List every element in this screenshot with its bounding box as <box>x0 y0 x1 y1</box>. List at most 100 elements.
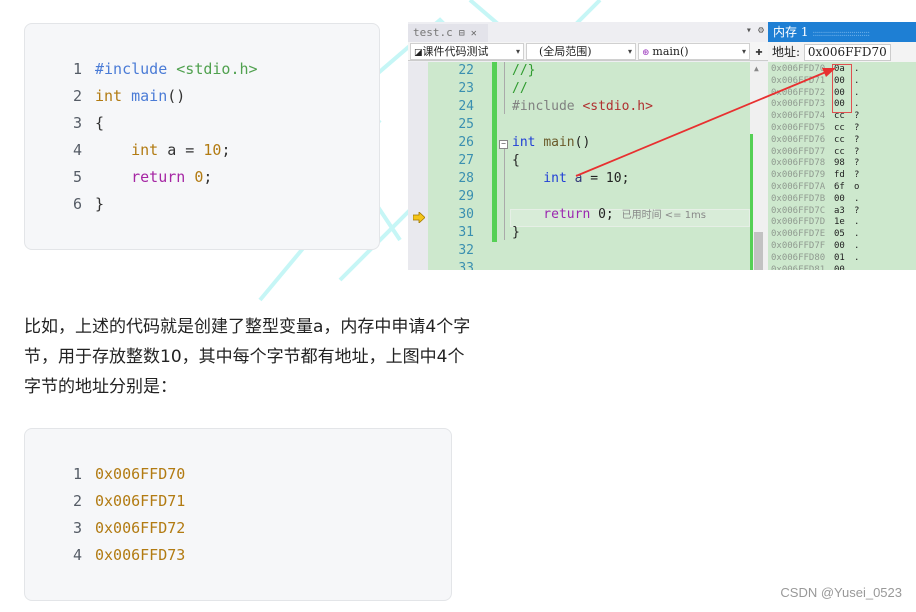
memory-char: . <box>854 217 860 228</box>
memory-window: 内存 1 :::::::::::::::::::::::::::: 地址: 0x… <box>768 22 916 270</box>
highlight-box <box>832 64 852 113</box>
current-execution-arrow-icon <box>413 212 425 223</box>
code-line: 1 #include <stdio.h> <box>73 56 258 83</box>
address-label: 地址: <box>772 45 801 59</box>
memory-byte[interactable]: 6f <box>834 182 854 194</box>
vertical-scrollbar[interactable]: ▲ <box>750 62 768 270</box>
line-number: 27 <box>458 153 474 168</box>
address-input[interactable]: 0x006FFD70 <box>803 44 891 61</box>
code-token: // <box>512 81 528 96</box>
line-number: 26 <box>458 135 474 150</box>
line-number: 33 <box>458 261 474 270</box>
tab-test-c[interactable]: test.c ⊟ ✕ <box>408 24 488 42</box>
csdn-watermark: CSDN @Yusei_0523 <box>780 585 902 600</box>
code-token: int <box>512 171 575 186</box>
memory-row: 0x006FFD80 01. <box>768 253 859 265</box>
scope-dropdown[interactable]: (全局范围) ▾ <box>526 43 636 60</box>
memory-char: ? <box>854 122 860 133</box>
code-line: 2 int main() <box>73 83 258 110</box>
memory-row: 0x006FFD76 cc? <box>768 135 859 147</box>
address-lines: 1 0x006FFD70 2 0x006FFD71 3 0x006FFD72 4 0x006F… <box>73 461 185 569</box>
memory-row: 0x006FFD7F 00. <box>768 241 859 253</box>
memory-byte[interactable]: 05 <box>834 229 854 241</box>
memory-row: 0x006FFD78 98? <box>768 158 859 170</box>
address-line: 2 0x006FFD71 <box>73 488 185 515</box>
line-number: 6 <box>73 195 83 213</box>
code-token: int <box>95 87 132 105</box>
editor-code-line: int main() <box>512 134 590 152</box>
memory-address: 0x006FFD79 <box>771 170 826 181</box>
memory-char: . <box>854 240 860 251</box>
memory-byte[interactable]: 1e <box>834 217 854 229</box>
memory-address: 0x006FFD75 <box>771 122 826 133</box>
scroll-thumb[interactable] <box>754 232 763 270</box>
chevron-down-icon: ▾ <box>741 47 746 56</box>
code-token: a = <box>167 141 204 159</box>
editor-code-line: int a = 10; <box>512 170 629 188</box>
line-number: 1 <box>73 60 83 78</box>
memory-address: 0x006FFD77 <box>771 146 826 157</box>
pin-icon[interactable]: ⊟ <box>459 28 465 39</box>
memory-byte[interactable]: 98 <box>834 158 854 170</box>
line-number: 29 <box>458 189 474 204</box>
memory-row: 0x006FFD7A 6f o <box>768 182 859 194</box>
memory-address: 0x006FFD7D <box>771 217 826 228</box>
scroll-change-marker <box>750 134 753 270</box>
memory-byte[interactable]: 00 <box>834 194 854 206</box>
code-token: ; <box>221 141 231 159</box>
memory-byte[interactable]: a3 <box>834 206 854 218</box>
memory-char: ? <box>854 158 860 169</box>
code-token: int <box>512 135 544 150</box>
split-editor-button[interactable]: ✚ <box>752 43 766 60</box>
editor-code-line: } <box>512 224 520 242</box>
breakpoint-gutter[interactable] <box>408 62 428 270</box>
code-token: return <box>95 168 195 186</box>
memory-char: . <box>854 264 860 270</box>
tab-options[interactable]: ▾ ⚙ <box>746 25 764 36</box>
memory-byte[interactable]: 01 <box>834 253 854 265</box>
memory-byte[interactable]: 00 <box>834 265 854 270</box>
code-line: 6} <box>73 191 258 218</box>
code-block-source: 1 #include <stdio.h> 2 int main() 3{4 int a … <box>24 23 380 250</box>
close-icon[interactable]: ✕ <box>471 28 477 39</box>
editor-code-line: // <box>512 80 528 98</box>
memory-byte[interactable]: fd <box>834 170 854 182</box>
collapse-icon[interactable]: − <box>499 140 508 149</box>
line-number: 3 <box>73 519 83 537</box>
code-editor[interactable]: 22 23 24 25 26 27 28 29 30 31 32 33 − //} // #include… <box>408 62 768 270</box>
memory-address: 0x006FFD7A <box>771 181 826 192</box>
editor-code-line: { <box>512 152 520 170</box>
gear-icon[interactable]: ⚙ <box>758 25 764 36</box>
line-number: 2 <box>73 492 83 510</box>
scroll-up-icon[interactable]: ▲ <box>754 64 759 73</box>
memory-byte[interactable]: 00 <box>834 241 854 253</box>
memory-char: o <box>854 181 860 192</box>
code-token: #include <box>95 60 177 78</box>
line-number: 4 <box>73 141 83 159</box>
line-number: 25 <box>458 117 474 132</box>
memory-char: . <box>854 229 860 240</box>
dropdown-icon[interactable]: ▾ <box>746 25 752 36</box>
memory-address: 0x006FFD76 <box>771 134 826 145</box>
project-dropdown[interactable]: ◪课件代码测试 ▾ <box>410 43 524 60</box>
tab-label: test.c <box>413 26 453 39</box>
code-token: <stdio.h> <box>582 99 653 114</box>
code-token: () <box>574 135 591 150</box>
fold-guide <box>504 148 505 240</box>
memory-char: ? <box>854 111 860 122</box>
memory-row: 0x006FFD7E 05. <box>768 229 859 241</box>
editor-code-line: #include <stdio.h> <box>512 98 653 116</box>
memory-address: 0x006FFD70 <box>771 64 826 74</box>
memory-byte[interactable]: cc <box>834 123 854 135</box>
memory-char: . <box>854 193 860 204</box>
memory-byte[interactable]: cc <box>834 135 854 147</box>
code-token: = 10; <box>582 171 630 186</box>
code-token: { <box>95 114 105 132</box>
memory-address: 0x006FFD72 <box>771 87 826 98</box>
code-token: () <box>167 87 186 105</box>
memory-byte[interactable]: cc <box>834 147 854 159</box>
memory-row: 0x006FFD7B 00. <box>768 194 859 206</box>
memory-char: . <box>854 75 860 86</box>
function-dropdown[interactable]: ⊛ main() ▾ <box>638 43 750 60</box>
navigation-bar: ◪课件代码测试 ▾ (全局范围) ▾ ⊛ main() ▾ ✚ <box>408 42 768 61</box>
